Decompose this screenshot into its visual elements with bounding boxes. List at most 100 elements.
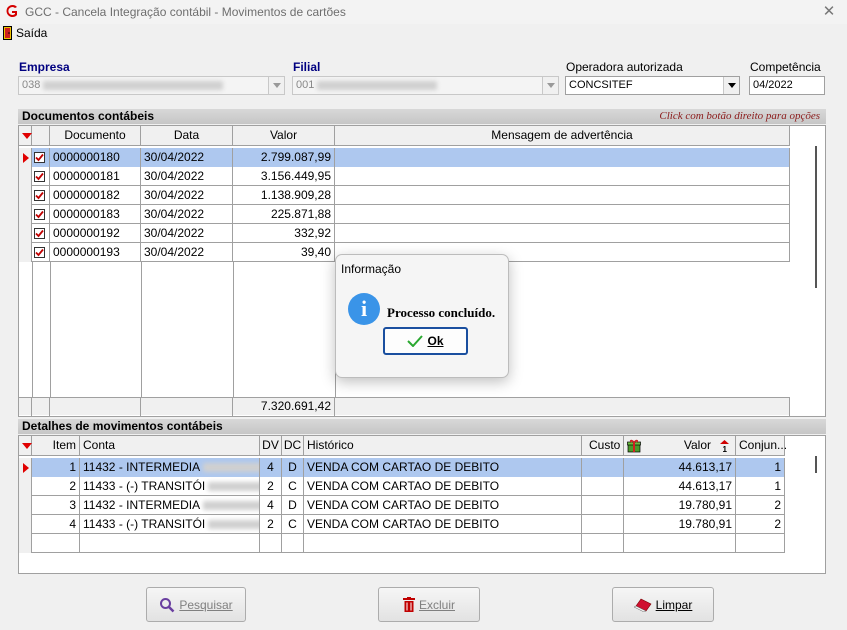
scrollbar-thumb[interactable]	[815, 456, 817, 473]
col-conjunto[interactable]: Conjun...	[736, 436, 787, 456]
row-checkbox[interactable]	[32, 148, 50, 167]
documents-total: 7.320.691,42	[233, 398, 335, 416]
checkbox-checked-icon[interactable]	[34, 209, 45, 220]
empresa-label: Empresa	[19, 60, 70, 74]
cell-item: 3	[32, 496, 80, 515]
cell-item: 2	[32, 477, 80, 496]
cell-data: 30/04/2022	[141, 224, 233, 243]
checkbox-checked-icon[interactable]	[34, 247, 45, 258]
row-checkbox[interactable]	[32, 167, 50, 186]
competencia-value: 04/2022	[753, 79, 793, 91]
cell-dv: 2	[260, 477, 282, 496]
info-dialog: Informação i Processo concluído. Ok	[335, 254, 509, 378]
cell-data: 30/04/2022	[141, 186, 233, 205]
search-icon	[160, 597, 175, 612]
table-row[interactable]: 3 11432 - INTERMEDIA 4 D VENDA COM CARTA…	[19, 496, 785, 515]
cell-valor: 44.613,17	[624, 477, 736, 496]
col-item[interactable]: Item	[32, 436, 80, 456]
cell-documento: 0000000183	[50, 205, 141, 224]
row-checkbox[interactable]	[32, 186, 50, 205]
details-section-header: Detalhes de movimentos contábeis	[18, 419, 826, 434]
cell-item: 1	[32, 458, 80, 477]
cell-mensagem	[335, 167, 790, 186]
cell-historico: VENDA COM CARTAO DE DEBITO	[304, 515, 582, 534]
sort-ascending-icon[interactable]: 1	[720, 440, 729, 452]
cell-valor: 19.780,91	[624, 496, 736, 515]
cell-documento: 0000000192	[50, 224, 141, 243]
checkmark-icon	[407, 335, 424, 347]
col-historico[interactable]: Histórico	[304, 436, 582, 456]
checkbox-checked-icon[interactable]	[34, 152, 45, 163]
operadora-label: Operadora autorizada	[566, 60, 683, 74]
table-row[interactable]: 0000000183 30/04/2022 225.871,88	[19, 205, 790, 224]
competencia-input[interactable]: 04/2022	[749, 76, 825, 95]
cell-valor: 1.138.909,28	[233, 186, 335, 205]
cell-valor: 44.613,17	[624, 458, 736, 477]
col-dc[interactable]: DC	[282, 436, 304, 456]
header-indicator	[19, 436, 32, 456]
cell-data: 30/04/2022	[141, 243, 233, 262]
col-valor[interactable]: Valor 1	[624, 436, 736, 456]
documents-scrollbar[interactable]	[809, 146, 825, 397]
cell-custo	[582, 515, 624, 534]
excluir-button[interactable]: Excluir	[378, 587, 480, 622]
col-custo[interactable]: Custo	[582, 436, 624, 456]
cell-dc: D	[282, 496, 304, 515]
col-conta[interactable]: Conta	[80, 436, 260, 456]
app-logo-icon	[6, 5, 17, 18]
exit-label: Saída	[16, 26, 48, 40]
documents-total-row: 7.320.691,42	[19, 397, 790, 416]
filial-select[interactable]: 001	[292, 76, 559, 95]
empresa-select[interactable]: 038	[18, 76, 285, 95]
checkbox-checked-icon[interactable]	[34, 228, 45, 239]
cell-conta: 11432 - INTERMEDIA	[80, 458, 260, 477]
cell-mensagem	[335, 186, 790, 205]
cell-historico: VENDA COM CARTAO DE DEBITO	[304, 496, 582, 515]
cell-valor: 19.780,91	[624, 515, 736, 534]
table-row[interactable]: 0000000192 30/04/2022 332,92	[19, 224, 790, 243]
cell-dv: 4	[260, 458, 282, 477]
table-row[interactable]: 1 11432 - INTERMEDIA 4 D VENDA COM CARTA…	[19, 458, 785, 477]
documents-hint: Click com botão direito para opções	[659, 110, 820, 122]
row-indicator	[19, 243, 32, 262]
scrollbar-thumb[interactable]	[815, 146, 817, 288]
table-row[interactable]: 2 11433 - (-) TRANSITÓI 2 C VENDA COM CA…	[19, 477, 785, 496]
cell-documento: 0000000182	[50, 186, 141, 205]
ok-button[interactable]: Ok	[383, 327, 468, 355]
checkbox-checked-icon[interactable]	[34, 171, 45, 182]
col-mensagem[interactable]: Mensagem de advertência	[335, 126, 790, 146]
row-checkbox[interactable]	[32, 224, 50, 243]
operadora-select[interactable]: CONCSITEF	[565, 76, 740, 95]
cell-conjunto: 2	[736, 496, 785, 515]
cell-valor: 3.156.449,95	[233, 167, 335, 186]
chevron-down-icon[interactable]	[268, 77, 284, 94]
table-row[interactable]: 0000000181 30/04/2022 3.156.449,95	[19, 167, 790, 186]
details-scrollbar[interactable]	[809, 456, 825, 573]
checkbox-checked-icon[interactable]	[34, 190, 45, 201]
dialog-title: Informação	[341, 262, 402, 276]
cell-item: 4	[32, 515, 80, 534]
chevron-down-icon[interactable]	[723, 77, 739, 94]
close-icon[interactable]: ✕	[821, 2, 837, 20]
pesquisar-button[interactable]: Pesquisar	[146, 587, 246, 622]
col-valor[interactable]: Valor	[233, 126, 335, 146]
details-grid[interactable]: Item Conta DV DC Histórico Custo Valor 1…	[18, 435, 826, 574]
cell-data: 30/04/2022	[141, 205, 233, 224]
cell-mensagem	[335, 205, 790, 224]
row-checkbox[interactable]	[32, 243, 50, 262]
col-documento[interactable]: Documento	[50, 126, 141, 146]
exit-menu-item[interactable]: Saída	[3, 24, 47, 42]
cell-custo	[582, 496, 624, 515]
row-checkbox[interactable]	[32, 205, 50, 224]
chevron-down-icon[interactable]	[542, 77, 558, 94]
table-row[interactable]: 0000000182 30/04/2022 1.138.909,28	[19, 186, 790, 205]
table-row[interactable]: 0000000180 30/04/2022 2.799.087,99	[19, 148, 790, 167]
row-indicator	[19, 515, 32, 534]
col-data[interactable]: Data	[141, 126, 233, 146]
cell-conta: 11432 - INTERMEDIA	[80, 496, 260, 515]
limpar-button[interactable]: Limpar	[612, 587, 714, 622]
details-title: Detalhes de movimentos contábeis	[22, 419, 223, 433]
col-dv[interactable]: DV	[260, 436, 282, 456]
empresa-value: 038	[22, 79, 41, 91]
table-row[interactable]: 4 11433 - (-) TRANSITÓI 2 C VENDA COM CA…	[19, 515, 785, 534]
